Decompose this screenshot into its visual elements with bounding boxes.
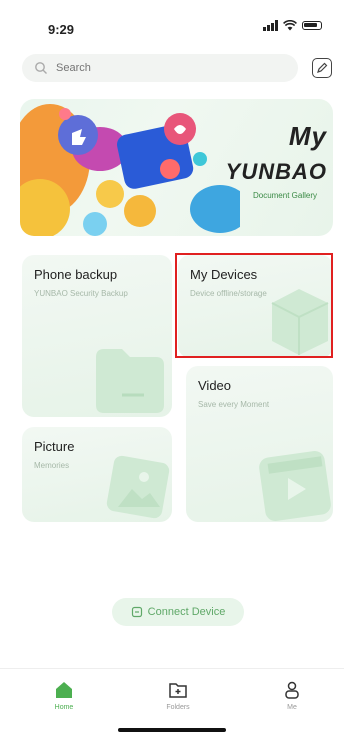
edit-button[interactable]: [312, 58, 332, 78]
card-title: Picture: [34, 439, 75, 454]
connect-device-label: Connect Device: [147, 606, 226, 618]
card-title: Video: [198, 378, 232, 393]
folder-icon: [169, 683, 187, 698]
tab-label: Folders: [166, 704, 190, 711]
card-title: Phone backup: [34, 267, 118, 282]
card-subtitle: Device offline/storage: [190, 289, 267, 298]
card-picture[interactable]: Picture Memories: [22, 427, 172, 522]
status-icons: [263, 20, 322, 31]
banner-subtitle: Document Gallery: [252, 191, 317, 200]
signal-icon: [263, 20, 278, 31]
tab-label: Home: [54, 704, 74, 711]
card-video[interactable]: Video Save every Moment: [186, 366, 333, 522]
banner-brand: YUNBAO: [225, 159, 327, 184]
card-subtitle: Memories: [34, 461, 70, 470]
search-bar[interactable]: [22, 54, 298, 82]
status-time: 9:29: [48, 22, 75, 37]
tab-home[interactable]: Home: [34, 679, 94, 711]
tab-folders[interactable]: Folders: [148, 679, 208, 711]
status-bar: 9:29: [0, 0, 344, 46]
folder-icon: [96, 349, 164, 413]
home-icon: [56, 682, 72, 698]
promo-banner[interactable]: My YUNBAO Document Gallery: [20, 99, 333, 236]
person-icon: [285, 681, 299, 699]
image-icon: [106, 455, 170, 519]
battery-icon: [302, 21, 322, 30]
card-subtitle: Save every Moment: [198, 400, 270, 409]
search-icon: [35, 62, 47, 74]
device-icon: [131, 606, 142, 618]
banner-title: My: [288, 121, 327, 151]
home-indicator: [118, 728, 226, 732]
wifi-icon: [283, 20, 297, 31]
video-icon: [259, 451, 331, 521]
card-my-devices[interactable]: My Devices Device offline/storage: [178, 255, 333, 358]
box-icon: [271, 289, 329, 355]
connect-device-button[interactable]: Connect Device: [112, 598, 244, 626]
tab-me[interactable]: Me: [262, 679, 322, 711]
banner-illustration: [20, 104, 240, 236]
card-phone-backup[interactable]: Phone backup YUNBAO Security Backup: [22, 255, 172, 417]
card-subtitle: YUNBAO Security Backup: [34, 289, 128, 298]
card-title: My Devices: [190, 267, 258, 282]
search-input[interactable]: [54, 61, 258, 75]
pencil-icon: [317, 62, 328, 73]
tab-label: Me: [287, 704, 297, 711]
